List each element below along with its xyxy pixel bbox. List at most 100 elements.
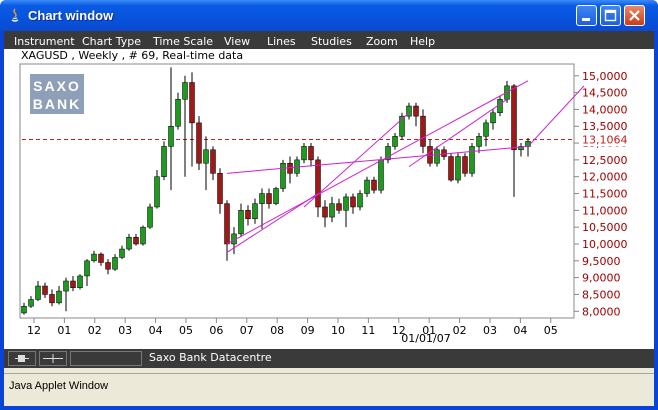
x-tick-label: 11	[361, 324, 375, 337]
candle-body	[147, 206, 153, 228]
x-tick-label: 07	[240, 324, 254, 337]
current-price-label: 13,1064	[582, 133, 628, 146]
y-tick-label: 12,0000	[582, 171, 628, 184]
candle-body	[462, 156, 468, 174]
candle-body	[336, 203, 342, 211]
candle-body	[98, 253, 104, 263]
candle-body	[308, 146, 314, 161]
window-title: Chart window	[28, 8, 114, 23]
candle-body	[259, 193, 265, 204]
crosshair-tool-icon	[15, 355, 29, 362]
candle-body	[154, 176, 160, 208]
candle-body	[420, 115, 426, 147]
y-tick-label: 13,5000	[582, 120, 628, 133]
candle-body	[77, 275, 83, 288]
candle-body	[168, 125, 174, 147]
close-icon	[629, 10, 640, 21]
y-tick-label: 9,5000	[582, 255, 621, 268]
candle	[140, 225, 146, 246]
candle-body	[112, 257, 118, 270]
year-label: 01/01/07	[401, 332, 450, 345]
cursor-tool-button[interactable]	[8, 351, 36, 366]
candle-body	[175, 99, 181, 127]
candle-body	[315, 159, 321, 208]
status-bar: Saxo Bank Datacentre	[4, 349, 654, 368]
title-bar[interactable]: Chart window	[0, 0, 658, 31]
x-tick-label: 08	[270, 324, 284, 337]
menu-chart-type[interactable]: Chart Type	[82, 35, 141, 48]
candle-body	[371, 179, 377, 191]
y-tick-label: 9,0000	[582, 272, 621, 285]
candle-body	[476, 136, 482, 147]
applet-status-bar: Java Applet Window	[4, 373, 654, 406]
candle-body	[413, 105, 419, 117]
menu-instrument[interactable]: Instrument	[14, 35, 75, 48]
candle-body	[42, 285, 48, 295]
candle-body	[252, 203, 258, 220]
y-tick-label: 8,5000	[582, 288, 621, 301]
candle-body	[441, 149, 447, 157]
java-icon	[11, 8, 19, 22]
close-button[interactable]	[624, 5, 645, 26]
candle	[77, 274, 83, 290]
candle-body	[224, 203, 230, 245]
candle-body	[392, 136, 398, 147]
candle-body	[483, 122, 489, 137]
candle-body	[280, 162, 286, 189]
candle-body	[203, 149, 209, 164]
maximize-button[interactable]	[600, 5, 621, 26]
menu-help[interactable]: Help	[410, 35, 435, 48]
menu-time-scale[interactable]: Time Scale	[153, 35, 213, 48]
plot-area	[19, 63, 575, 319]
datacentre-label: Saxo Bank Datacentre	[149, 351, 272, 364]
candle-body	[70, 280, 76, 288]
candle-body	[490, 112, 496, 124]
candle-body	[35, 285, 41, 300]
candle-body	[469, 146, 475, 174]
y-tick-label: 11,5000	[582, 188, 628, 201]
minimize-icon	[582, 18, 590, 21]
y-tick-label: 10,0000	[582, 238, 628, 251]
menu-zoom[interactable]: Zoom	[366, 35, 398, 48]
y-tick-label: 12,5000	[582, 154, 628, 167]
menu-studies[interactable]: Studies	[311, 35, 352, 48]
menu-bar: Instrument Chart Type Time Scale View Li…	[4, 31, 654, 49]
candle-body	[126, 237, 132, 250]
candle-body	[364, 179, 370, 194]
candle-body	[301, 146, 307, 161]
candle-body	[511, 85, 517, 151]
candle-body	[357, 193, 363, 208]
candle	[378, 156, 384, 194]
chart-panel[interactable]: XAGUSD , Weekly , # 69, Real-time data S…	[4, 49, 654, 349]
candle	[462, 153, 468, 177]
candle-body	[217, 173, 223, 204]
candle	[273, 186, 279, 206]
candle-body	[63, 280, 69, 292]
x-tick-label: 05	[544, 324, 558, 337]
logo-bank: BANK	[33, 96, 81, 112]
candle-body	[161, 146, 167, 177]
menu-view[interactable]: View	[224, 35, 250, 48]
candle-body	[182, 82, 188, 100]
candle	[161, 141, 167, 181]
x-tick-label: 04	[149, 324, 163, 337]
minimize-button[interactable]	[576, 5, 597, 26]
y-tick-label: 15,0000	[582, 70, 628, 83]
line-tool-button[interactable]	[39, 351, 67, 366]
candle-body	[322, 206, 328, 218]
candle-body	[378, 159, 384, 191]
price-chart[interactable]: SAXO BANK 8,0000 8,5000 9,0000 9,5000 10,000…	[4, 49, 654, 349]
candle-body	[343, 196, 349, 211]
maximize-icon	[604, 9, 617, 22]
y-tick-label: 8,0000	[582, 305, 621, 318]
candle-body	[28, 299, 34, 307]
menu-lines[interactable]: Lines	[267, 35, 296, 48]
applet-window-label: Java Applet Window	[9, 380, 109, 392]
x-tick-label: 02	[88, 324, 102, 337]
y-tick-label: 14,5000	[582, 87, 628, 100]
saxo-bank-logo: SAXO BANK	[30, 74, 84, 114]
x-tick-label: 01	[57, 324, 71, 337]
x-tick-label: 05	[179, 324, 193, 337]
candle	[196, 116, 202, 170]
candle-body	[350, 196, 356, 208]
